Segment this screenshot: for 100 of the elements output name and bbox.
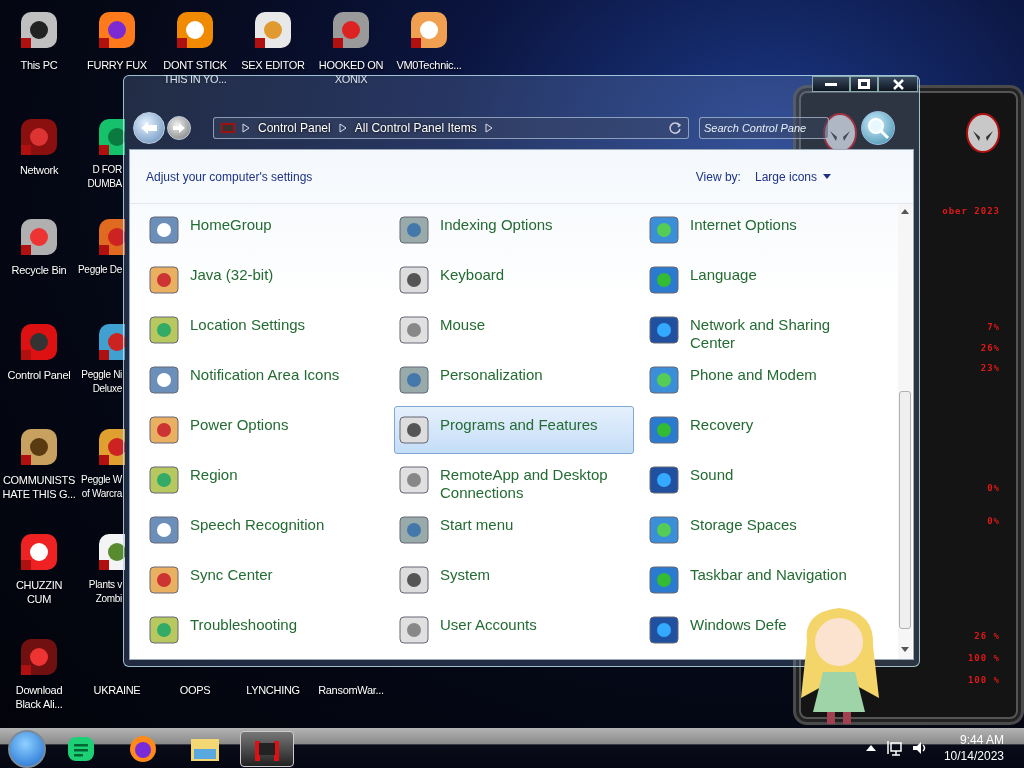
desktop-shortcut[interactable]: Control Panel xyxy=(1,368,77,382)
speaker-icon[interactable] xyxy=(911,740,928,756)
applet-icon xyxy=(397,213,431,247)
applet-icon xyxy=(647,563,681,597)
breadcrumb-link[interactable]: All Control Panel Items xyxy=(352,121,479,135)
applet-icon xyxy=(147,313,181,347)
up-arrow-icon[interactable] xyxy=(901,208,909,214)
applet-icon xyxy=(147,613,181,647)
view-dropdown[interactable]: Large icons xyxy=(754,169,831,184)
control-panel-item[interactable]: Java (32-bit) xyxy=(144,256,384,304)
control-panel-item[interactable]: Troubleshooting xyxy=(144,606,384,654)
right-arrow-icon xyxy=(172,122,186,134)
taskbar-button[interactable] xyxy=(240,731,294,767)
desktop-shortcut[interactable]: OOPS xyxy=(157,683,233,697)
applet-icon xyxy=(647,413,681,447)
desktop-shortcut[interactable]: COMMUNISTS HATE THIS G... xyxy=(1,473,77,501)
desktop-shortcut[interactable]: Plants v Zombi xyxy=(88,578,122,606)
control-panel-item[interactable]: Storage Spaces xyxy=(644,506,884,554)
down-arrow-icon[interactable] xyxy=(901,647,909,653)
control-panel-item[interactable]: User Accounts xyxy=(394,606,634,654)
control-panel-item[interactable]: Programs and Features xyxy=(394,406,634,454)
applet-icon xyxy=(397,463,431,497)
page-heading: Adjust your computer's settings xyxy=(146,169,314,184)
up-arrow-icon[interactable] xyxy=(865,745,876,751)
search-field[interactable]: Search Control Pane xyxy=(699,117,829,139)
app-icon xyxy=(177,12,213,48)
close-icon xyxy=(892,78,904,90)
applet-icon xyxy=(397,313,431,347)
control-panel-item[interactable]: Keyboard xyxy=(394,256,634,304)
control-panel-item[interactable]: Location Settings xyxy=(144,306,384,354)
app-icon xyxy=(99,219,125,255)
maximize-button[interactable] xyxy=(850,76,878,92)
desktop-shortcut[interactable]: UKRAINE xyxy=(79,683,155,697)
control-panel-item[interactable]: Internet Options xyxy=(644,206,884,254)
app-icon xyxy=(21,534,57,570)
app-icon xyxy=(21,219,57,255)
control-panel-item[interactable]: Speech Recognition xyxy=(144,506,384,554)
desktop-shortcut[interactable]: Network xyxy=(1,163,77,177)
control-panel-item[interactable]: Phone and Modem xyxy=(644,356,884,404)
control-panel-item[interactable]: Sync Center xyxy=(144,556,384,604)
applet-icon xyxy=(147,463,181,497)
control-panel-item[interactable]: Power Options xyxy=(144,406,384,454)
control-panel-item[interactable]: Windows Defe xyxy=(644,606,884,654)
desktop-shortcut[interactable]: CHUZZIN CUM xyxy=(1,578,77,606)
monitor-reading: 100 % xyxy=(967,653,1000,663)
control-panel-item[interactable]: Language xyxy=(644,256,884,304)
control-panel-item[interactable]: Indexing Options xyxy=(394,206,634,254)
minimize-button[interactable] xyxy=(812,76,850,92)
applet-icon xyxy=(397,363,431,397)
scroll-thumb[interactable] xyxy=(899,391,911,629)
control-panel-item[interactable]: Start menu xyxy=(394,506,634,554)
control-panel-item[interactable]: System xyxy=(394,556,634,604)
desktop-shortcut[interactable]: FURRY FUX xyxy=(79,58,155,72)
desktop-shortcut[interactable]: SEX EDITOR xyxy=(235,58,311,72)
desktop-shortcut[interactable]: LYNCHING xyxy=(235,683,311,697)
desktop-shortcut[interactable]: RansomWar... xyxy=(313,683,389,697)
monitor-reading: 26 % xyxy=(974,631,1000,641)
app-icon xyxy=(21,12,57,48)
monitor-reading: 23% xyxy=(980,363,1000,373)
network-icon[interactable] xyxy=(885,740,902,756)
desktop-shortcut[interactable]: Peggle De xyxy=(78,263,122,277)
applet-icon xyxy=(147,513,181,547)
breadcrumb-link[interactable]: Control Panel xyxy=(256,121,333,135)
control-panel-item[interactable]: Personalization xyxy=(394,356,634,404)
applet-icon xyxy=(647,613,681,647)
desktop-shortcut[interactable]: HOOKED ON XONIX xyxy=(313,58,389,86)
scrollbar[interactable] xyxy=(898,204,912,659)
applet-icon xyxy=(147,363,181,397)
control-panel-item[interactable]: RemoteApp and Desktop Connections xyxy=(394,456,634,504)
control-panel-item[interactable]: Taskbar and Navigation xyxy=(644,556,884,604)
close-button[interactable] xyxy=(878,76,918,92)
control-panel-item[interactable]: Sound xyxy=(644,456,884,504)
desktop-shortcut[interactable]: Peggle W of Warcra xyxy=(81,473,122,501)
minimize-icon xyxy=(825,82,837,86)
left-arrow-icon xyxy=(139,120,159,136)
desktop-shortcut[interactable]: DONT STICK THIS IN YO... xyxy=(157,58,233,86)
desktop-shortcut[interactable]: D FOR DUMBA xyxy=(87,163,122,191)
address-bar[interactable]: Control Panel All Control Panel Items xyxy=(213,117,689,139)
chevron-icon xyxy=(484,123,493,133)
control-panel-item[interactable]: Region xyxy=(144,456,384,504)
chevron-icon xyxy=(242,123,250,133)
desktop-shortcut[interactable]: Peggle Ni Deluxe xyxy=(81,368,122,396)
applet-icon xyxy=(647,363,681,397)
control-panel-item[interactable]: Recovery xyxy=(644,406,884,454)
desktop-shortcut[interactable]: VM0Technic... xyxy=(391,58,467,72)
control-panel-item[interactable]: Notification Area Icons xyxy=(144,356,384,404)
desktop-shortcut[interactable]: This PC xyxy=(1,58,77,72)
applet-icon xyxy=(647,313,681,347)
control-panel-item[interactable]: Network and Sharing Center xyxy=(644,306,884,354)
applet-icon xyxy=(397,263,431,297)
applet-icon xyxy=(397,563,431,597)
refresh-icon[interactable] xyxy=(668,121,682,135)
control-panel-item[interactable]: Mouse xyxy=(394,306,634,354)
app-icon xyxy=(21,639,57,675)
view-by-label: View by: xyxy=(695,169,741,184)
control-panel-item[interactable]: HomeGroup xyxy=(144,206,384,254)
desktop-shortcut[interactable]: Download Black Ali... xyxy=(1,683,77,711)
desktop-shortcut[interactable]: Recycle Bin xyxy=(1,263,77,277)
clock-date[interactable]: 10/14/2023 xyxy=(943,749,1004,763)
app-icon xyxy=(99,534,125,570)
